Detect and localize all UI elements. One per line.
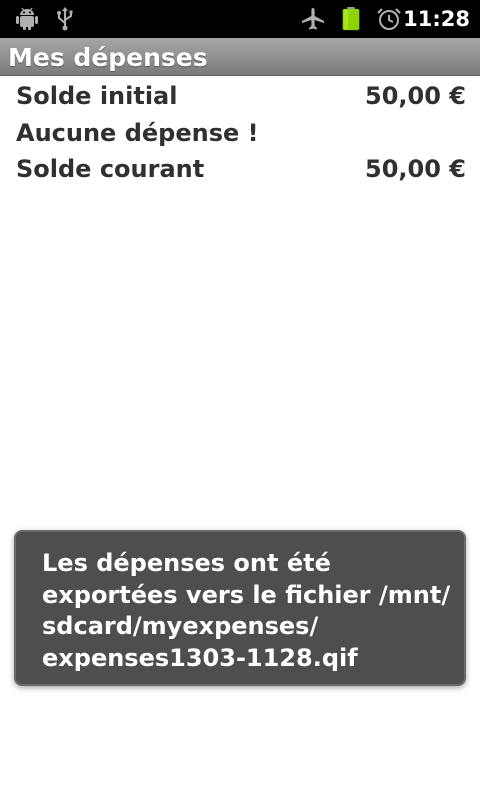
initial-balance-label: Solde initial: [16, 82, 178, 110]
toast-message: Les dépenses ont été exportées vers le f…: [42, 549, 451, 672]
status-time: 11:28: [403, 7, 470, 31]
battery-icon: [342, 7, 360, 31]
initial-balance-row: Solde initial 50,00 €: [16, 78, 466, 114]
android-debug-icon: [16, 7, 38, 30]
initial-balance-value: 50,00 €: [365, 82, 466, 110]
export-toast: Les dépenses ont été exportées vers le f…: [14, 530, 466, 686]
airplane-mode-icon: [302, 8, 324, 30]
usb-icon: [57, 7, 73, 31]
alarm-icon: [377, 8, 401, 30]
current-balance-label: Solde courant: [16, 155, 205, 183]
empty-list-message: Aucune dépense !: [16, 119, 259, 147]
current-balance-value: 50,00 €: [365, 155, 466, 183]
screen: 11:28 Mes dépenses Solde initial 50,00 €…: [0, 0, 480, 800]
status-bar: 11:28: [0, 0, 480, 38]
current-balance-row: Solde courant 50,00 €: [16, 151, 466, 187]
page-title: Mes dépenses: [8, 43, 208, 72]
title-bar: Mes dépenses: [0, 38, 480, 76]
empty-list-row: Aucune dépense !: [16, 115, 466, 151]
